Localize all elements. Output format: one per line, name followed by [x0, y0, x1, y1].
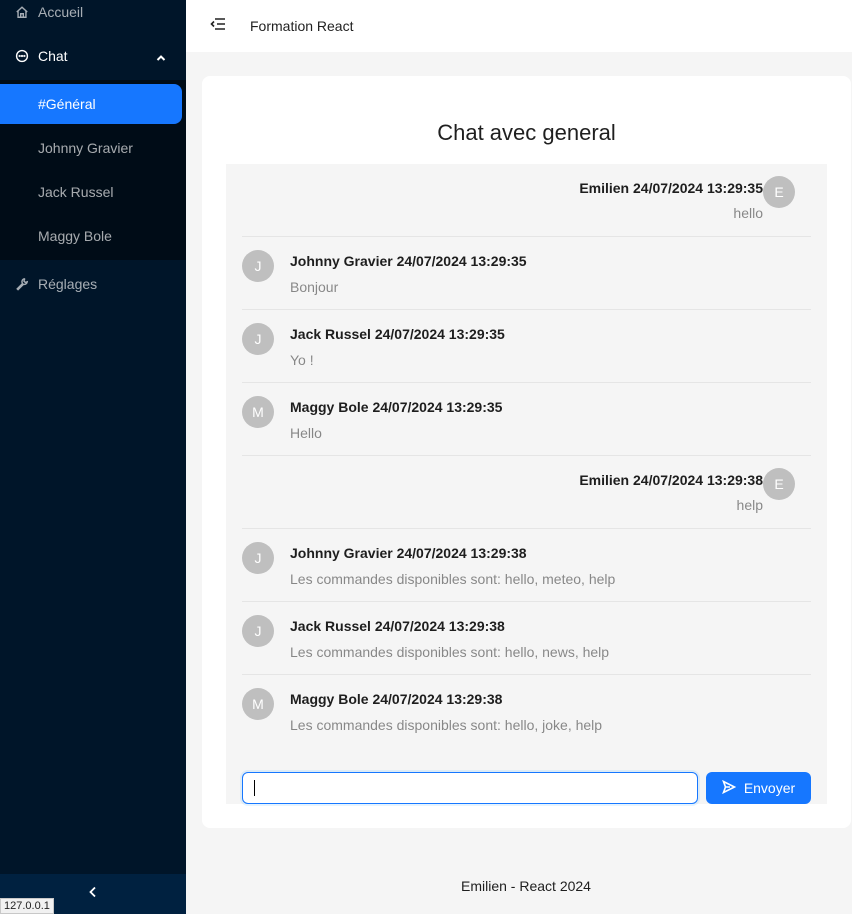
message-item: E Emilien 24/07/2024 13:29:38 help [242, 456, 811, 529]
chevron-up-icon[interactable] [156, 50, 166, 61]
message-meta: Jack Russel 24/07/2024 13:29:38 [290, 618, 505, 634]
chevron-left-icon [87, 885, 99, 903]
channel-jack-russel[interactable]: Jack Russel [0, 172, 182, 212]
send-button[interactable]: Envoyer [706, 772, 811, 804]
message-meta: Johnny Gravier 24/07/2024 13:29:38 [290, 545, 527, 561]
channel-johnny-gravier[interactable]: Johnny Gravier [0, 128, 182, 168]
channel-johnny-gravier-label: Johnny Gravier [38, 140, 133, 156]
avatar: J [242, 615, 274, 647]
message-text: Hello [290, 425, 322, 441]
channel-maggy-bole-label: Maggy Bole [38, 228, 112, 244]
sidebar: Accueil Chat #Général Johnny Gravier Jac… [0, 0, 186, 914]
avatar: M [242, 688, 274, 720]
message-meta: Maggy Bole 24/07/2024 13:29:35 [290, 399, 503, 415]
avatar: E [763, 176, 795, 208]
message-text: help [736, 497, 763, 513]
message-text: hello [733, 205, 763, 221]
channel-jack-russel-label: Jack Russel [38, 184, 114, 200]
text-caret [254, 780, 255, 796]
menu-item-home-label: Accueil [38, 4, 84, 20]
avatar: J [242, 323, 274, 355]
menu-item-settings-label: Réglages [38, 276, 98, 292]
menu-item-chat-label: Chat [38, 48, 68, 64]
message-icon [14, 48, 30, 64]
message-text: Bonjour [290, 279, 339, 295]
avatar: J [242, 250, 274, 282]
message-item: M Maggy Bole 24/07/2024 13:29:38 Les com… [242, 675, 811, 748]
avatar: E [763, 468, 795, 500]
status-bar-url: 127.0.0.1 [0, 898, 54, 914]
send-icon [721, 779, 744, 797]
message-text: Les commandes disponibles sont: hello, n… [290, 644, 610, 660]
channel-maggy-bole[interactable]: Maggy Bole [0, 216, 182, 256]
menu-fold-button[interactable] [208, 16, 228, 36]
tool-icon [14, 276, 30, 292]
avatar: J [242, 542, 274, 574]
message-item: J Jack Russel 24/07/2024 13:29:38 Les co… [242, 602, 811, 675]
header-title: Formation React [250, 18, 354, 34]
menu-fold-icon [210, 17, 226, 36]
message-meta: Jack Russel 24/07/2024 13:29:35 [290, 326, 505, 342]
message-meta: Johnny Gravier 24/07/2024 13:29:35 [290, 253, 527, 269]
message-item: J Johnny Gravier 24/07/2024 13:29:35 Bon… [242, 237, 811, 310]
message-item: J Jack Russel 24/07/2024 13:29:35 Yo ! [242, 310, 811, 383]
message-input[interactable] [242, 772, 698, 804]
message-text: Les commandes disponibles sont: hello, j… [290, 717, 603, 733]
message-meta: Maggy Bole 24/07/2024 13:29:38 [290, 691, 503, 707]
message-item: M Maggy Bole 24/07/2024 13:29:35 Hello [242, 383, 811, 456]
menu-item-home[interactable]: Accueil [0, 0, 186, 32]
menu-item-settings[interactable]: Réglages [0, 264, 186, 304]
channel-general[interactable]: #Général [0, 84, 182, 124]
header: Formation React [186, 0, 852, 52]
message-item: E Emilien 24/07/2024 13:29:35 hello [242, 164, 811, 237]
channel-general-label: #Général [38, 96, 96, 112]
avatar: M [242, 396, 274, 428]
message-meta: Emilien 24/07/2024 13:29:35 [579, 180, 763, 196]
message-text: Les commandes disponibles sont: hello, m… [290, 571, 616, 587]
message-text: Yo ! [290, 352, 314, 368]
chat-title: Chat avec general [437, 120, 616, 145]
send-button-label: Envoyer [743, 780, 796, 796]
home-icon [14, 4, 30, 20]
message-item: J Johnny Gravier 24/07/2024 13:29:38 Les… [242, 529, 811, 602]
footer-text: Emilien - React 2024 [461, 878, 591, 894]
message-meta: Emilien 24/07/2024 13:29:38 [579, 472, 763, 488]
menu-item-chat[interactable]: Chat [0, 36, 186, 76]
